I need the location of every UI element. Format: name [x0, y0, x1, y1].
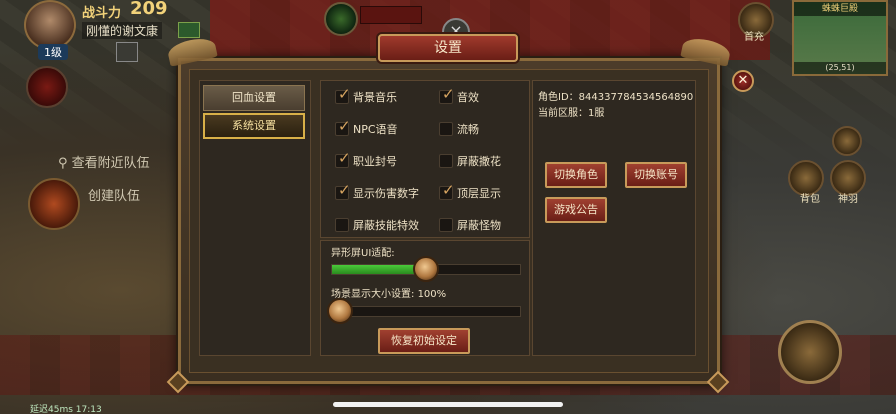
checkbox[interactable]: ✓: [335, 181, 351, 200]
network-status: 延迟45ms 17:13: [30, 405, 102, 414]
option-class-title[interactable]: ✓ 职业封号: [335, 149, 397, 169]
switch-role-button[interactable]: 切换角色: [545, 162, 607, 188]
option-npc-voice[interactable]: ✓ NPC语音: [335, 117, 398, 137]
check-icon: ✓: [442, 85, 455, 103]
nearby-team-label: 查看附近队伍: [71, 156, 150, 171]
option-label: 职业封号: [353, 155, 397, 168]
option-hide-monsters[interactable]: 屏蔽怪物: [439, 217, 501, 233]
checkbox[interactable]: [439, 218, 453, 232]
create-team-label[interactable]: 创建队伍: [88, 185, 140, 204]
checkbox[interactable]: ✓: [439, 85, 455, 104]
team-icon[interactable]: [28, 178, 80, 230]
option-hide-flowers[interactable]: 屏蔽撒花: [439, 153, 501, 169]
wings-label: 神羽: [838, 194, 858, 205]
checkbox[interactable]: [439, 122, 453, 136]
option-label: 背景音乐: [353, 91, 397, 104]
check-icon: ✓: [338, 181, 351, 199]
reset-defaults-button[interactable]: 恢复初始设定: [378, 328, 470, 354]
target-boss-icon[interactable]: [324, 2, 358, 36]
menu-grid-icon[interactable]: [832, 126, 862, 156]
checkbox[interactable]: ✓: [335, 117, 351, 136]
check-icon: ✓: [442, 181, 455, 199]
option-label: 屏蔽技能特效: [353, 219, 419, 232]
dialog-title-plate: 设置: [378, 34, 518, 62]
checkbox[interactable]: ✓: [439, 181, 455, 200]
checkbox[interactable]: [335, 218, 349, 232]
recharge-label: 首充: [744, 32, 764, 43]
checkbox[interactable]: [439, 154, 453, 168]
option-label: 音效: [457, 91, 479, 104]
vip-badge-icon[interactable]: [178, 22, 200, 38]
role-id-line: 角色ID：844337784534564890: [538, 88, 693, 103]
option-label: 流畅: [457, 123, 479, 136]
minimap-title: 蛛蛛巨殿: [794, 2, 886, 16]
tab-system-settings[interactable]: 系统设置: [203, 113, 305, 139]
scene-scale-slider-track[interactable]: [331, 306, 521, 317]
tab-hp-recovery[interactable]: 回血设置: [203, 85, 305, 111]
option-label: 顶层显示: [457, 187, 501, 200]
option-label: NPC语音: [353, 123, 398, 136]
role-id-value: 844337784534564890: [578, 92, 694, 103]
player-avatar[interactable]: [24, 0, 76, 50]
skill-orb-icon[interactable]: [26, 66, 68, 108]
scene-scale-slider-handle[interactable]: [327, 298, 353, 324]
checkbox[interactable]: ✓: [335, 149, 351, 168]
role-id-label: 角色ID：: [538, 92, 579, 103]
dialog-title: 设置: [434, 40, 462, 56]
switch-account-button[interactable]: 切换账号: [625, 162, 687, 188]
server-label: 当前区服：: [538, 108, 588, 119]
option-label: 屏蔽撒花: [457, 155, 501, 168]
combat-power-value: 209: [130, 0, 168, 19]
player-name: 刚懂的谢文康: [82, 22, 163, 39]
announcement-button[interactable]: 游戏公告: [545, 197, 607, 223]
search-icon: ⚲: [58, 156, 72, 171]
nearby-team-search[interactable]: ⚲ 查看附近队伍: [58, 152, 150, 171]
option-damage-numbers[interactable]: ✓ 显示伤害数字: [335, 181, 419, 201]
option-label: 显示伤害数字: [353, 187, 419, 200]
mail-icon[interactable]: [116, 42, 138, 62]
check-icon: ✓: [338, 117, 351, 135]
screen-adapt-slider-handle[interactable]: [413, 256, 439, 282]
scene-scale-label: 场景显示大小设置: 100%: [331, 285, 446, 300]
option-top-layer[interactable]: ✓ 顶层显示: [439, 181, 501, 201]
check-icon: ✓: [338, 85, 351, 103]
option-bg-music[interactable]: ✓ 背景音乐: [335, 85, 397, 105]
player-level: 1级: [38, 44, 68, 60]
server-line: 当前区服：1服: [538, 104, 604, 119]
server-value: 1服: [588, 108, 605, 119]
bag-label: 背包: [800, 194, 820, 205]
attack-sword-icon[interactable]: [778, 320, 842, 384]
minimap[interactable]: 蛛蛛巨殿 (25,51): [792, 0, 888, 76]
combat-power-label: 战斗力: [82, 6, 122, 21]
screen-adapt-label: 异形屏UI适配:: [331, 248, 395, 259]
option-sound-effects[interactable]: ✓ 音效: [439, 85, 479, 105]
minimap-coord: (25,51): [794, 62, 886, 74]
scene-scale-value: 100%: [417, 289, 447, 300]
target-health-bar: [360, 6, 422, 24]
check-icon: ✓: [338, 149, 351, 167]
home-indicator[interactable]: [333, 402, 563, 407]
option-hide-skill-fx[interactable]: 屏蔽技能特效: [335, 217, 419, 233]
close-icon[interactable]: ✕: [732, 70, 754, 92]
option-smooth[interactable]: 流畅: [439, 121, 479, 137]
option-label: 屏蔽怪物: [457, 219, 501, 232]
checkbox[interactable]: ✓: [335, 85, 351, 104]
